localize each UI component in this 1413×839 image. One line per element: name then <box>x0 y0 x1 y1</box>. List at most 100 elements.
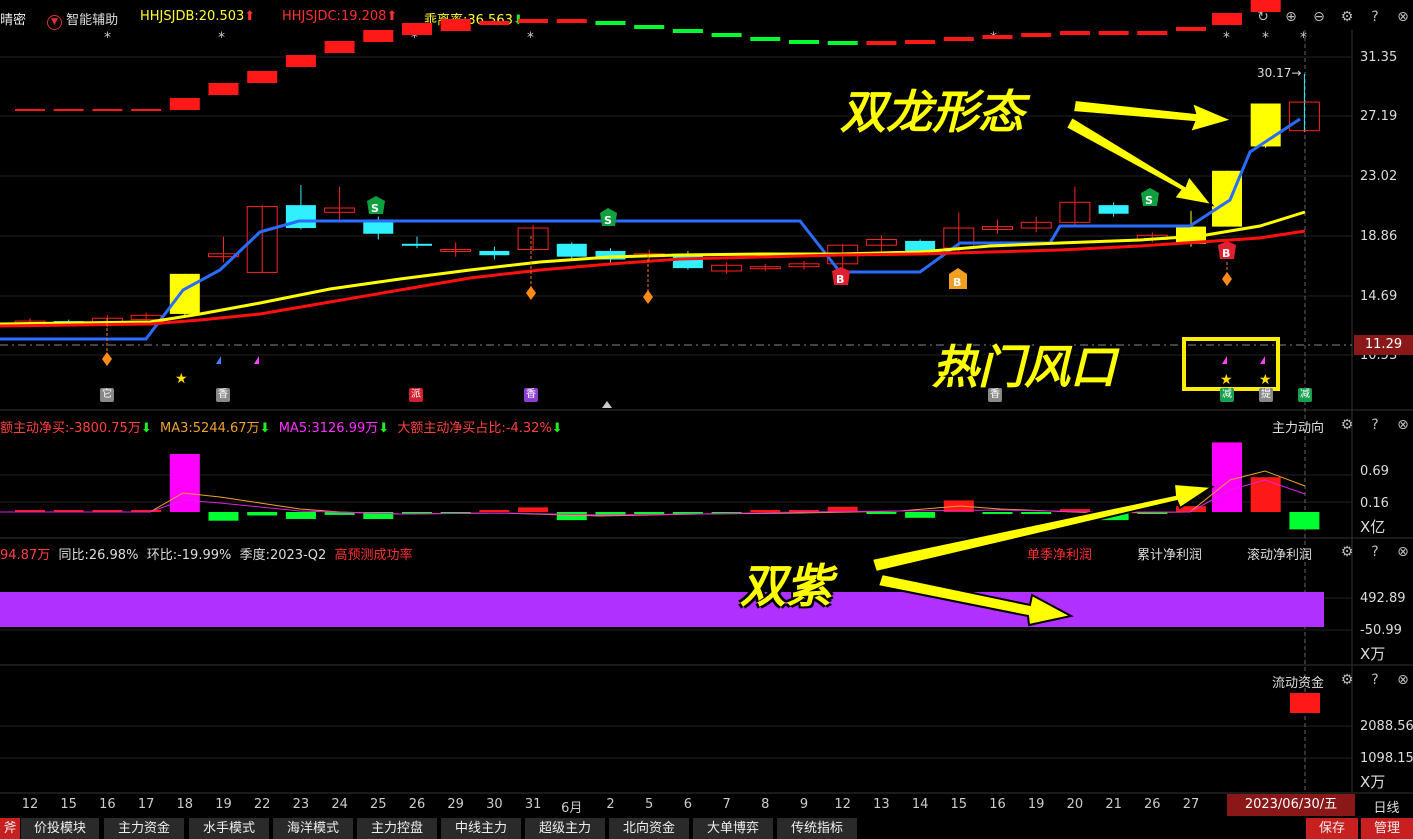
signal-tag: 减 <box>1220 388 1234 402</box>
tab-2[interactable]: 主力资金 <box>104 818 185 839</box>
tab-7[interactable]: 超级主力 <box>525 818 606 839</box>
annotation-double-purple: 双紫 <box>740 559 832 613</box>
liquidity-bar <box>518 19 549 23</box>
main-force-bar <box>518 507 549 512</box>
tab-10[interactable]: 传统指标 <box>777 818 858 839</box>
signal-tag: 香 <box>216 388 230 402</box>
liquidity-bar <box>827 41 858 45</box>
close-icon[interactable]: ⊗ <box>1394 543 1412 561</box>
y-tick: -50.99 <box>1360 623 1402 638</box>
x-tick: 12 <box>834 797 851 812</box>
x-tick: 5 <box>645 797 654 812</box>
main-force-bar <box>1021 512 1052 514</box>
x-tick: 6 <box>683 797 693 812</box>
main-force-bar <box>1289 512 1320 530</box>
liquidity-bar <box>1059 31 1090 35</box>
marker-star: * <box>1223 30 1230 46</box>
svg-text:B: B <box>1222 247 1230 260</box>
candle-body <box>1098 205 1129 214</box>
signal-tag: 派 <box>409 388 423 402</box>
x-tick: 30 <box>486 797 503 812</box>
liquidity-bar <box>1021 33 1052 37</box>
panel3-title: 94.87万 同比:26.98% 环比:-19.99% 季度:2023-Q2 高… <box>0 548 413 563</box>
signal-s-badge: S <box>367 196 385 215</box>
liquidity-bar <box>789 40 819 44</box>
marker-star: * <box>527 30 534 46</box>
liquidity-bar <box>1176 27 1206 31</box>
candle-body <box>905 240 936 251</box>
liquidity-bar <box>208 83 239 95</box>
tab-5[interactable]: 主力控盘 <box>357 818 438 839</box>
grid-lines <box>0 56 1352 759</box>
x-tick: 7 <box>722 797 731 812</box>
candle-body <box>169 273 200 314</box>
x-tick: 27 <box>1182 797 1200 812</box>
x-tick: 29 <box>447 797 464 812</box>
cursor-date-label: 2023/06/30/五 <box>1227 794 1355 816</box>
main-force-bar <box>479 510 510 512</box>
x-tick: 8 <box>761 797 770 812</box>
gear-icon[interactable]: ⚙ <box>1338 416 1356 434</box>
tab-cumulative[interactable]: 累计净利润 <box>1137 544 1202 563</box>
help-icon[interactable]: ? <box>1366 671 1384 689</box>
x-tick: 26 <box>1144 797 1161 812</box>
tab-rolling[interactable]: 滚动净利润 <box>1247 544 1312 563</box>
manage-button[interactable]: 管理 <box>1361 818 1413 839</box>
svg-text:S: S <box>1145 194 1153 207</box>
marker-star: * <box>1300 30 1307 46</box>
liquidity-bar <box>285 55 316 67</box>
liquidity-bar <box>363 30 394 42</box>
gear-icon[interactable]: ⚙ <box>1338 543 1356 561</box>
x-tick: 25 <box>370 797 387 812</box>
x-tick: 16 <box>989 797 1006 812</box>
liquidity-bar <box>943 37 974 41</box>
candle-body <box>402 243 432 246</box>
liquidity-bar <box>402 23 432 35</box>
liquidity-bar <box>1250 0 1281 12</box>
close-icon[interactable]: ⊗ <box>1394 416 1412 434</box>
main-force-bar <box>905 512 936 518</box>
save-button[interactable]: 保存 <box>1306 818 1359 839</box>
liquidity-bar <box>750 37 781 41</box>
tab-9[interactable]: 大单博弈 <box>693 818 774 839</box>
x-tick: 17 <box>137 797 155 812</box>
unit-label: X万 <box>1360 773 1386 791</box>
help-icon[interactable]: ? <box>1366 543 1384 561</box>
liquidity-bar <box>672 29 703 33</box>
triangle-marker <box>602 401 612 408</box>
y-tick: 492.89 <box>1360 591 1406 606</box>
liquidity-bar <box>595 21 626 25</box>
signal-b-badge: B <box>1218 241 1236 260</box>
gear-icon[interactable]: ⚙ <box>1338 671 1356 689</box>
close-icon[interactable]: ⊗ <box>1394 671 1412 689</box>
period-label[interactable]: 日线 <box>1360 797 1413 816</box>
net-profit-band <box>0 592 1324 627</box>
x-tick: 19 <box>215 797 232 812</box>
tab-8[interactable]: 北向资金 <box>609 818 690 839</box>
panel2-name: 主力动向 <box>1272 421 1325 436</box>
liquidity-bar <box>247 71 278 83</box>
svg-text:★: ★ <box>175 371 188 387</box>
x-tick: 6月 <box>561 801 583 816</box>
main-force-bar <box>1212 442 1242 512</box>
x-tick: 31 <box>524 797 542 812</box>
y-tick: 0.16 <box>1360 496 1389 511</box>
marker-star: * <box>104 30 111 46</box>
liquidity-bar <box>1212 13 1242 25</box>
tab-single-quarter[interactable]: 单季净利润 <box>1027 544 1092 563</box>
liquidity-bar <box>866 41 897 45</box>
x-tick: 2 <box>606 797 615 812</box>
tab-1[interactable]: 价投模块 <box>21 818 100 839</box>
tab-4[interactable]: 海洋模式 <box>273 818 354 839</box>
tab-3[interactable]: 水手模式 <box>189 818 270 839</box>
x-tick: 26 <box>408 797 426 812</box>
svg-text:S: S <box>604 214 612 227</box>
main-force-bar <box>866 512 897 514</box>
tab-6[interactable]: 中线主力 <box>441 818 522 839</box>
liquidity-bar <box>92 109 123 111</box>
liquidity-bar <box>1137 31 1168 35</box>
x-tick: 23 <box>292 797 310 812</box>
tab-0[interactable]: 斧 <box>0 818 21 839</box>
help-icon[interactable]: ? <box>1366 416 1384 434</box>
peak-price-label: 30.17→ <box>1257 66 1302 80</box>
